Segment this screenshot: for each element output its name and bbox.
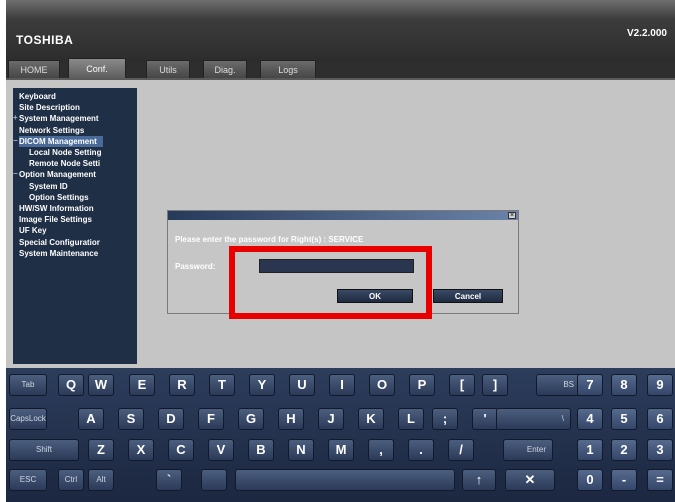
key-g[interactable]: G	[238, 408, 264, 430]
key-sym10[interactable]: /	[448, 439, 474, 461]
tree-item[interactable]: System ID	[29, 181, 68, 192]
key-f[interactable]: F	[198, 408, 224, 430]
key-d[interactable]: D	[158, 408, 184, 430]
key-t[interactable]: T	[209, 374, 235, 396]
key-alt[interactable]: Alt	[88, 469, 114, 491]
key-6[interactable]: 6	[647, 408, 673, 430]
key-sym3[interactable]: `	[156, 469, 182, 491]
password-label: Password:	[175, 262, 216, 271]
key-2[interactable]: 2	[611, 439, 637, 461]
key-v[interactable]: V	[208, 439, 234, 461]
key-sym10[interactable]: ;	[432, 408, 458, 430]
tree-item[interactable]: Local Node Setting	[29, 147, 101, 158]
tree-item[interactable]: Image File Settings	[19, 214, 92, 225]
key-sym8[interactable]: ,	[368, 439, 394, 461]
brand-logo: TOSHIBA	[16, 33, 74, 47]
tab-utils[interactable]: Utils	[146, 60, 190, 78]
key-j[interactable]: J	[318, 408, 344, 430]
settings-tree: Keyboard Site Description System Managemen…	[13, 88, 137, 364]
key-z[interactable]: Z	[88, 439, 114, 461]
key-sym9[interactable]: -	[611, 469, 637, 491]
tree-item[interactable]: Site Description	[19, 102, 80, 113]
dialog-title-bar: ×	[168, 211, 518, 220]
version-label: V2.2.000	[626, 28, 667, 39]
key-o[interactable]: O	[369, 374, 395, 396]
key-h[interactable]: H	[278, 408, 304, 430]
key-capslock[interactable]: CapsLock	[9, 408, 47, 430]
tab-conf[interactable]: Conf.	[68, 58, 126, 78]
key-sym9[interactable]: .	[408, 439, 434, 461]
cancel-button[interactable]: Cancel	[433, 289, 503, 303]
key-sym12[interactable]: \	[496, 408, 571, 430]
key-esc[interactable]: ESC	[9, 469, 47, 491]
key-x[interactable]: X	[128, 439, 154, 461]
key-8[interactable]: 8	[611, 374, 637, 396]
tree-item[interactable]: Special Configuratior	[19, 237, 100, 248]
key-sym11[interactable]: [	[449, 374, 475, 396]
key-shift[interactable]: Shift	[9, 439, 79, 461]
key-w[interactable]: W	[88, 374, 114, 396]
highlight-box	[229, 246, 432, 319]
key-q[interactable]: Q	[58, 374, 84, 396]
key-blank[interactable]	[235, 469, 455, 491]
key-sym11[interactable]: '	[472, 408, 498, 430]
key-4[interactable]: 4	[577, 408, 603, 430]
key-0[interactable]: 0	[577, 469, 603, 491]
tree-item[interactable]: System Management	[19, 113, 99, 124]
key-7[interactable]: 7	[577, 374, 603, 396]
password-prompt: Please enter the password for Right(s) :…	[175, 235, 364, 244]
key-3[interactable]: 3	[647, 439, 673, 461]
tab-logs[interactable]: Logs	[260, 60, 316, 78]
key-sym10[interactable]: =	[647, 469, 673, 491]
key-a[interactable]: A	[78, 408, 104, 430]
tree-item[interactable]: Option Settings	[29, 192, 89, 203]
key-5[interactable]: 5	[611, 408, 637, 430]
tree-item[interactable]: DICOM Management	[19, 135, 103, 147]
key-9[interactable]: 9	[647, 374, 673, 396]
window-top-band	[6, 0, 675, 20]
tree-item[interactable]: Remote Node Setti	[29, 158, 100, 169]
tree-item[interactable]: Keyboard	[19, 91, 56, 102]
collapse-icon[interactable]: −	[13, 169, 18, 178]
key-r[interactable]: R	[169, 374, 195, 396]
key-n[interactable]: N	[288, 439, 314, 461]
key-sym12[interactable]: ]	[482, 374, 508, 396]
tree-item[interactable]: UF Key	[19, 225, 47, 236]
tree-item[interactable]: HW/SW Information	[19, 203, 94, 214]
key-enter[interactable]: Enter	[503, 439, 553, 461]
key-y[interactable]: Y	[249, 374, 275, 396]
key-e[interactable]: E	[129, 374, 155, 396]
key-s[interactable]: S	[118, 408, 144, 430]
key-blank[interactable]	[201, 469, 227, 491]
key-l[interactable]: L	[398, 408, 424, 430]
tab-diag[interactable]: Diag.	[203, 60, 247, 78]
collapse-icon[interactable]: −	[13, 136, 18, 145]
content-area: Keyboard Site Description System Managemen…	[6, 78, 675, 368]
key-u[interactable]: U	[289, 374, 315, 396]
tab-home[interactable]: HOME	[8, 60, 60, 78]
key-1[interactable]: 1	[577, 439, 603, 461]
key-c[interactable]: C	[168, 439, 194, 461]
tree-item[interactable]: Option Management	[19, 169, 96, 180]
key-sym7[interactable]: ✕	[505, 469, 555, 491]
key-b[interactable]: B	[248, 439, 274, 461]
key-tab[interactable]: Tab	[9, 374, 47, 396]
key-m[interactable]: M	[328, 439, 354, 461]
app-header: TOSHIBA V2.2.000	[6, 20, 675, 62]
tree-item[interactable]: Network Settings	[19, 125, 84, 136]
key-ctrl[interactable]: Ctrl	[58, 469, 84, 491]
close-icon[interactable]: ×	[508, 212, 516, 219]
expand-icon[interactable]: +	[13, 113, 18, 122]
key-k[interactable]: K	[358, 408, 384, 430]
on-screen-keyboard: Tab Q W E R T Y U I O P [] BS 7 8 9 CapsLock A S D F G H J K L; ' \…	[6, 368, 675, 502]
tree-item[interactable]: System Maintenance	[19, 248, 98, 259]
key-p[interactable]: P	[409, 374, 435, 396]
key-i[interactable]: I	[329, 374, 355, 396]
key-sym6[interactable]: ↑	[462, 469, 496, 491]
key-bs[interactable]: BS	[536, 374, 581, 396]
